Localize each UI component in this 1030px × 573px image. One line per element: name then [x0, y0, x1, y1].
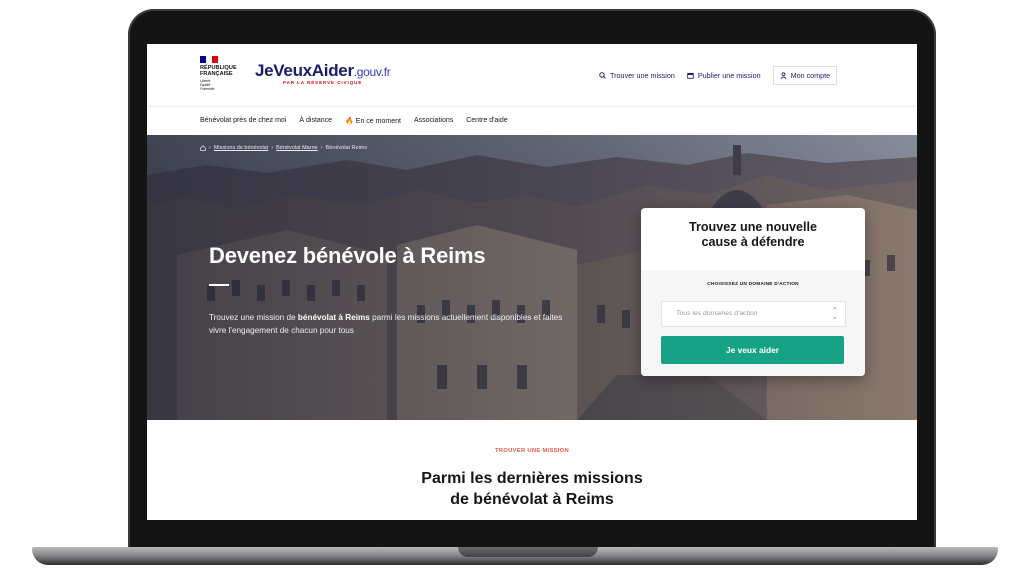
- hero-description: Trouvez une mission de bénévolat à Reims…: [209, 313, 563, 335]
- nav-item-remote[interactable]: À distance: [299, 117, 332, 125]
- brand-name: JeVeuxAider: [255, 61, 354, 80]
- french-flag-icon: [200, 56, 218, 63]
- breadcrumb-separator: ›: [320, 145, 323, 151]
- gov-logo-line-2: FRANÇAISE: [200, 71, 233, 77]
- search-card-form: CHOISISSEZ UN DOMAINE D'ACTION Tous les …: [641, 270, 865, 376]
- user-icon: [780, 72, 787, 79]
- fire-icon: 🔥: [345, 118, 354, 125]
- account-button[interactable]: Mon compte: [772, 66, 838, 85]
- header-actions: Trouver une mission Publier une mission …: [599, 66, 838, 85]
- hero-title: Devenez bénévole à Reims: [209, 243, 486, 268]
- section-title: Parmi les dernières missions de bénévola…: [421, 470, 643, 508]
- breadcrumb-missions[interactable]: Missions de bénévolat: [214, 145, 268, 151]
- breadcrumb: › Missions de bénévolat › Bénévolat Marn…: [200, 145, 367, 151]
- republique-francaise-logo[interactable]: RÉPUBLIQUE FRANÇAISE Liberté Égalité Fra…: [200, 56, 240, 91]
- search-icon: [599, 72, 606, 79]
- domain-select-placeholder: Tous les domaines d'action: [676, 310, 758, 317]
- publish-mission-label: Publier une mission: [697, 71, 761, 80]
- laptop-notch: [458, 547, 598, 557]
- search-card: Trouvez une nouvelle cause à défendre CH…: [641, 208, 865, 376]
- account-label: Mon compte: [790, 71, 831, 80]
- breadcrumb-current: Bénévolat Reims: [325, 145, 368, 151]
- nav-item-associations[interactable]: Associations: [414, 117, 453, 125]
- brand-logo[interactable]: JeVeuxAider.gouv.fr PAR LA RÉSERVE CIVIQ…: [255, 61, 391, 85]
- hero-divider: [209, 284, 229, 286]
- section-kicker: TROUVER UNE MISSION: [495, 448, 569, 454]
- nav-item-near-me[interactable]: Bénévolat près de chez moi: [200, 117, 286, 125]
- find-mission-label: Trouver une mission: [610, 71, 675, 80]
- publish-mission-link[interactable]: Publier une mission: [687, 71, 761, 80]
- select-arrows-icon: ⌃ ⌄: [831, 306, 838, 321]
- nav-item-help-center[interactable]: Centre d'aide: [466, 117, 507, 125]
- nav-item-trending[interactable]: 🔥 En ce moment: [345, 117, 401, 125]
- brand-domain: .gouv.fr: [353, 65, 391, 79]
- laptop-screen: RÉPUBLIQUE FRANÇAISE Liberté Égalité Fra…: [147, 44, 917, 520]
- je-veux-aider-button[interactable]: Je veux aider: [661, 336, 844, 364]
- domain-select[interactable]: Tous les domaines d'action ⌃ ⌄: [661, 301, 846, 327]
- site-header: RÉPUBLIQUE FRANÇAISE Liberté Égalité Fra…: [147, 44, 917, 106]
- missions-section: TROUVER UNE MISSION Parmi les dernières …: [147, 420, 917, 520]
- home-icon[interactable]: [200, 145, 206, 151]
- gov-motto: Liberté Égalité Fraternité: [200, 79, 215, 91]
- breadcrumb-separator: ›: [271, 145, 274, 151]
- breadcrumb-separator: ›: [209, 145, 211, 151]
- find-mission-link[interactable]: Trouver une mission: [599, 71, 675, 80]
- main-nav: Bénévolat près de chez moi À distance 🔥 E…: [147, 106, 917, 135]
- breadcrumb-marne[interactable]: Bénévolat Marne: [276, 145, 318, 151]
- calendar-icon: [687, 72, 694, 79]
- search-card-title: Trouvez une nouvelle cause à défendre: [688, 220, 818, 249]
- domain-select-label: CHOISISSEZ UN DOMAINE D'ACTION: [707, 282, 799, 287]
